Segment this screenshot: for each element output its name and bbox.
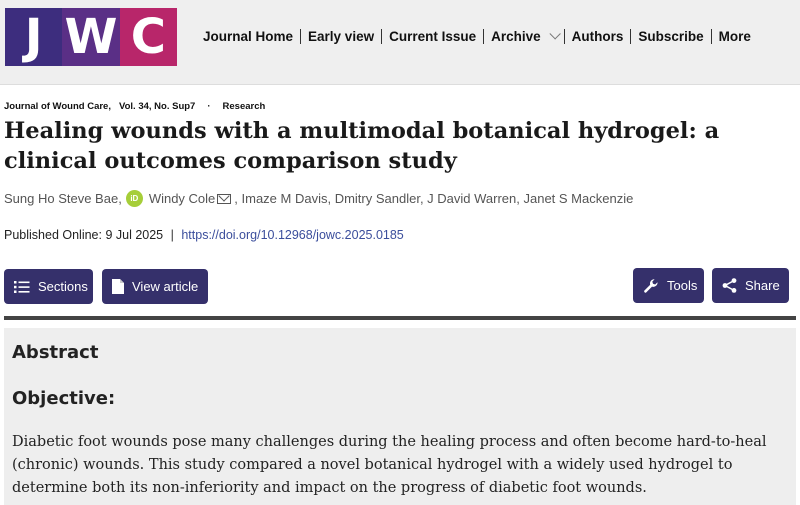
logo-letter-w: W [62, 8, 120, 66]
author-list: Sung Ho Steve Bae, iD Windy Cole , Imaze… [4, 190, 633, 207]
jwc-logo[interactable]: J W C [5, 8, 177, 66]
section-divider [4, 316, 796, 320]
document-icon [112, 279, 124, 294]
journal-name[interactable]: Journal of Wound Care, [4, 101, 111, 112]
author-cole[interactable]: Windy Cole [149, 191, 215, 206]
nav-early-view[interactable]: Early view [301, 29, 381, 44]
article-type: Research [222, 101, 266, 112]
abstract-panel: Abstract Objective: Diabetic foot wounds… [4, 328, 796, 505]
nav-archive[interactable]: Archive [484, 28, 564, 44]
wrench-icon [644, 278, 658, 293]
logo-letter-c: C [119, 8, 177, 66]
nav-archive-label: Archive [491, 28, 541, 44]
site-header: J W C Journal Home Early view Current Is… [0, 0, 800, 85]
main-nav: Journal Home Early view Current Issue Ar… [196, 25, 758, 47]
nav-subscribe[interactable]: Subscribe [631, 29, 710, 44]
nav-current-issue[interactable]: Current Issue [382, 29, 483, 44]
nav-more[interactable]: More [712, 29, 758, 44]
article-title: Healing wounds with a multimodal botanic… [4, 118, 720, 174]
view-article-button[interactable]: View article [102, 269, 208, 304]
other-authors[interactable]: , Imaze M Davis, Dmitry Sandler, J David… [234, 191, 633, 206]
share-button[interactable]: Share [712, 268, 789, 303]
abstract-heading: Abstract [12, 342, 99, 363]
pub-separator: | [170, 228, 174, 242]
email-icon[interactable] [217, 193, 232, 204]
logo-letter-j: J [5, 8, 63, 66]
view-article-label: View article [132, 279, 199, 294]
nav-journal-home[interactable]: Journal Home [196, 29, 300, 44]
objective-heading: Objective: [12, 388, 116, 409]
meta-dot: · [207, 101, 211, 112]
sections-label: Sections [38, 279, 88, 294]
tools-label: Tools [667, 278, 698, 293]
orcid-icon[interactable]: iD [125, 190, 143, 207]
volume-issue[interactable]: Vol. 34, No. Sup7 [119, 101, 195, 112]
share-icon [722, 278, 737, 293]
doi-link[interactable]: https://doi.org/10.12968/jowc.2025.0185 [181, 228, 403, 242]
author-bae[interactable]: Sung Ho Steve Bae, [4, 191, 122, 206]
tools-button[interactable]: Tools [633, 268, 704, 303]
publication-info: Published Online: 9 Jul 2025 | https://d… [4, 228, 404, 242]
share-label: Share [745, 278, 780, 293]
nav-authors[interactable]: Authors [565, 29, 631, 44]
objective-text: Diabetic foot wounds pose many challenge… [12, 434, 767, 496]
list-icon [14, 280, 30, 293]
article-meta: Journal of Wound Care, Vol. 34, No. Sup7… [4, 101, 265, 112]
published-date: Published Online: 9 Jul 2025 [4, 228, 164, 242]
chevron-down-icon [549, 28, 561, 40]
sections-button[interactable]: Sections [4, 269, 93, 304]
